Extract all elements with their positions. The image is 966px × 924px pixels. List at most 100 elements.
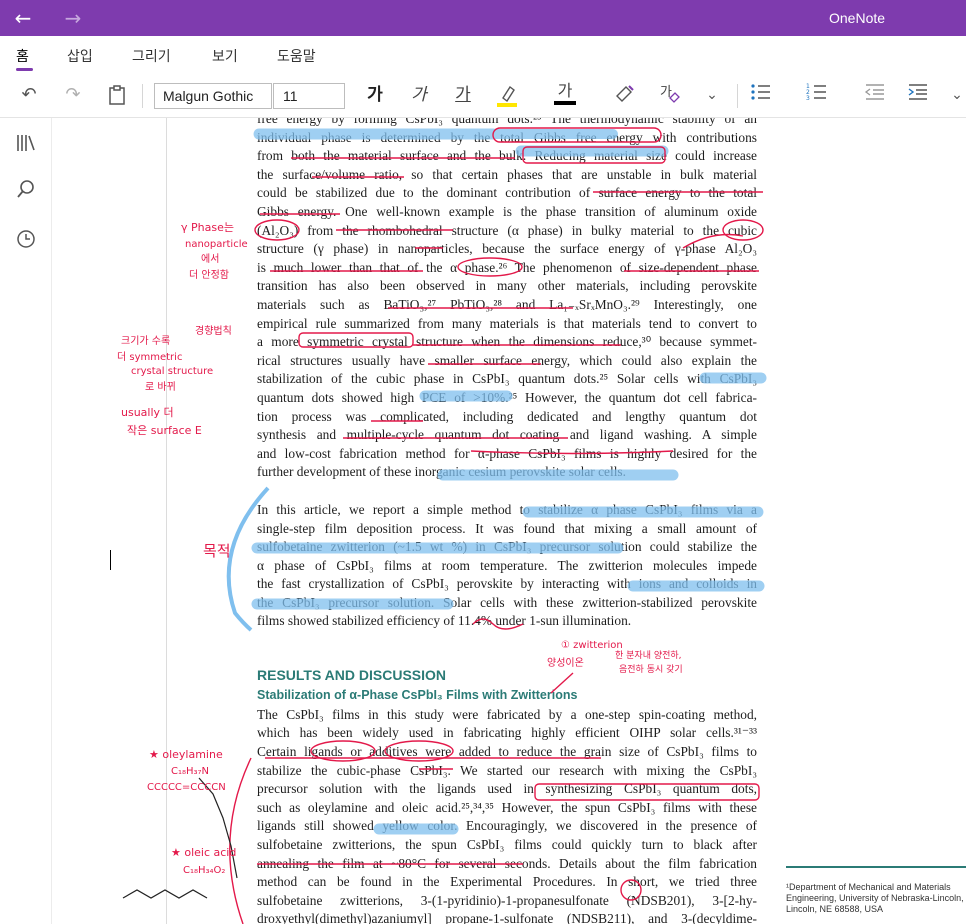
body-line: precursor solution with the ligands used…: [257, 781, 757, 796]
italic-button[interactable]: 가: [406, 82, 432, 108]
red-bracket: [229, 757, 252, 924]
body-line: Gibbs energy. One well-known example is …: [257, 204, 757, 219]
decrease-indent-icon[interactable]: [862, 82, 888, 108]
navigation-sidebar: [0, 118, 52, 924]
body-line: Certain ligands or additives were added …: [257, 744, 757, 759]
ink-note: 크기가 수록: [121, 335, 170, 347]
body-line: materials such as BaTiO₃,²⁷ PbTiO₃,²⁸ an…: [257, 297, 757, 312]
font-color-glyph: 가: [557, 81, 573, 100]
increase-indent-icon[interactable]: [905, 82, 931, 108]
font-family-dropdown[interactable]: Malgun Gothic: [154, 83, 272, 109]
body-line: free energy by forming CsPbI₃ quantum do…: [257, 118, 757, 126]
undo-icon[interactable]: ↶: [16, 82, 42, 108]
ink-note: γ Phase는: [181, 221, 234, 234]
app-title: OneNote: [829, 10, 886, 26]
body-line: tion process was complicated, including …: [257, 409, 757, 424]
footnote-line: Lincoln, NE 68588, USA: [786, 904, 884, 914]
highlighter-button[interactable]: [494, 82, 520, 108]
body-line: a more symmetric crystal structure when …: [257, 334, 757, 349]
body-line: is much lower than that of the α phase.²…: [257, 260, 757, 275]
ink-note: 작은 surface E: [127, 424, 202, 437]
body-line: synthesis and multiple-cycle quantum dot…: [257, 427, 757, 442]
body-line: from both the material surface and the b…: [257, 148, 757, 163]
toolbar-divider: [737, 84, 738, 108]
formatting-toolbar: ↶ ↷ Malgun Gothic 11 가 가 가 가 가 ⌄ 123 ⌄: [0, 72, 966, 118]
body-line: individual phase is determined by the to…: [257, 130, 757, 145]
body-line: The CsPbI₃ films in this study were fabr…: [257, 707, 757, 722]
clipboard-icon[interactable]: [104, 82, 130, 108]
tab-view[interactable]: 보기: [212, 46, 238, 66]
text-cursor: [110, 550, 111, 570]
body-line: method can be found in the Experimental …: [257, 874, 757, 889]
ink-note: ★ oleic acid: [171, 846, 236, 859]
clear-formatting-icon[interactable]: 가: [656, 82, 682, 108]
body-line: further development of these inorganic c…: [257, 464, 626, 479]
ink-note: 더 symmetric: [117, 351, 182, 363]
underline-button[interactable]: 가: [450, 82, 476, 108]
ink-note: 더 안정함: [189, 269, 229, 281]
ink-note: 목적: [203, 542, 231, 560]
body-line: and low-cost fabrication method for α-ph…: [257, 446, 757, 461]
body-line: In this article, we report a simple meth…: [257, 502, 757, 517]
chevron-down-icon[interactable]: ⌄: [701, 82, 723, 108]
ink-note: ★ oleylamine: [149, 748, 223, 761]
tab-insert[interactable]: 삽입: [67, 46, 93, 66]
font-color-swatch: [554, 101, 576, 105]
body-line: sulfobetaine zwitterions, the spun CsPbI…: [257, 837, 757, 852]
footnote-line: ¹Department of Mechanical and Materials: [786, 882, 951, 892]
ink-note: crystal structure: [131, 366, 213, 377]
svg-text:3: 3: [806, 95, 810, 102]
ink-note: C₁₈H₃₄O₂: [183, 865, 225, 876]
body-line: could be stabilized due to the dominant …: [257, 185, 757, 200]
forward-arrow-icon[interactable]: →: [58, 4, 88, 32]
toolbar-divider: [142, 84, 143, 108]
body-line: films showed stabilized efficiency of 11…: [257, 613, 632, 628]
tab-draw[interactable]: 그리기: [132, 46, 171, 66]
body-line: empirical rule summarized from many mate…: [257, 316, 757, 331]
active-tab-indicator: [16, 68, 33, 71]
font-size-dropdown[interactable]: 11: [273, 83, 345, 109]
molecule-sketch: [122, 889, 208, 899]
tab-help[interactable]: 도움말: [277, 46, 316, 66]
tab-home[interactable]: 홈: [16, 46, 29, 66]
body-line: structure (γ phase) in nanoparticles, be…: [257, 241, 757, 256]
body-line: stabilize the cubic-phase CsPbI₃. We sta…: [257, 763, 757, 778]
bold-button[interactable]: 가: [362, 82, 388, 108]
ink-note: nanoparticle: [185, 239, 248, 250]
recent-clock-icon[interactable]: [12, 228, 40, 256]
body-line: rical structures usually have smaller su…: [257, 353, 757, 368]
molecule-sketch: [198, 777, 238, 879]
search-icon[interactable]: [12, 178, 40, 206]
body-line: α phase of CsPbI₃ films at room temperat…: [257, 558, 757, 573]
ink-note: 음전하 동시 갖기: [619, 663, 683, 675]
notebooks-icon[interactable]: [12, 132, 40, 160]
font-color-button[interactable]: 가: [552, 82, 578, 108]
body-line: sulfobetaine zwitterion (~1.5 wt %) in C…: [257, 539, 757, 554]
redo-icon[interactable]: ↷: [60, 82, 86, 108]
bullet-list-icon[interactable]: [748, 82, 774, 108]
page-canvas[interactable]: free energy by forming CsPbI₃ quantum do…: [53, 118, 966, 924]
body-line: the surface/volume ratio, so that certai…: [257, 167, 757, 182]
body-line: sulfobetaine zwitterions, 3-(1-pyridinio…: [257, 893, 757, 908]
back-arrow-icon[interactable]: ←: [8, 4, 38, 32]
ink-note: 경향법칙: [195, 324, 232, 337]
body-line: stabilization of the cubic phase in CsPb…: [257, 371, 757, 386]
ink-note: 양성이온: [547, 657, 584, 669]
numbered-list-icon[interactable]: 123: [804, 82, 830, 108]
body-line: droxyethyl(dimethyl)azaniumyl] propane-1…: [257, 911, 757, 924]
body-line: ligands still showed yellow color. Encou…: [257, 818, 757, 833]
body-line: quantum dots showed high PCE of >10%.²⁵ …: [257, 390, 757, 405]
section-heading: RESULTS AND DISCUSSION: [257, 667, 447, 683]
ink-note: 로 바뀌: [145, 381, 176, 393]
ink-note: C₁₈H₃₇N: [171, 766, 209, 777]
ink-note: ① zwitterion: [561, 640, 623, 651]
ink-note: 에서: [201, 253, 219, 265]
body-line: such as oleylamine and oleic acid.²⁵,³⁴,…: [257, 800, 757, 815]
body-line: single-step film deposition process. It …: [257, 521, 757, 536]
affiliation-footnote: ¹Department of Mechanical and Materials …: [786, 882, 966, 915]
footnote-rule: [786, 866, 966, 868]
page-margin-guide: [166, 118, 167, 924]
format-painter-icon[interactable]: [612, 82, 638, 108]
ribbon-tabs: 홈 삽입 그리기 보기 도움말: [0, 36, 966, 72]
more-chevron-icon[interactable]: ⌄: [948, 82, 966, 108]
